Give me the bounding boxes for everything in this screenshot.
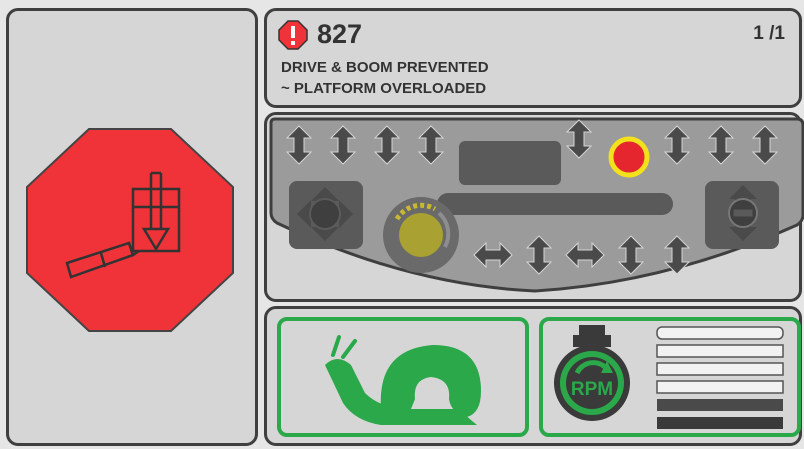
left-joystick-knob bbox=[309, 198, 341, 230]
fault-message-panel: 827 1 /1 DRIVE & BOOM PREVENTED ~ PLATFO… bbox=[264, 8, 802, 108]
rpm-label: RPM bbox=[570, 379, 614, 400]
overload-indicator-panel bbox=[6, 8, 258, 446]
engine-rpm-icon bbox=[554, 325, 630, 421]
mode-status-panel: RPM bbox=[264, 306, 802, 446]
exclamation-octagon-icon bbox=[278, 20, 308, 50]
platform-overload-octagon-icon bbox=[26, 128, 234, 332]
fault-message-line-2: ~ PLATFORM OVERLOADED bbox=[281, 80, 487, 97]
fault-page-indicator: 1 /1 bbox=[753, 23, 785, 44]
controller-display-slot bbox=[459, 141, 561, 185]
emergency-indicator bbox=[608, 136, 650, 178]
rpm-level-bar-filled bbox=[657, 417, 783, 429]
fault-code: 827 bbox=[317, 19, 363, 49]
speed-dial-knob bbox=[399, 213, 443, 257]
rpm-level-bars bbox=[656, 326, 784, 429]
platform-controller-panel bbox=[264, 112, 804, 302]
rpm-level-bar bbox=[656, 380, 784, 394]
controller-long-slot bbox=[437, 193, 673, 215]
rpm-level-bar bbox=[656, 344, 784, 358]
drive-speed-status bbox=[277, 317, 529, 437]
engine-rpm-status: RPM bbox=[539, 317, 801, 437]
rpm-level-bar-filled bbox=[657, 399, 783, 411]
rpm-level-bar bbox=[656, 362, 784, 376]
rpm-level-bar bbox=[656, 326, 784, 340]
fault-message-line-1: DRIVE & BOOM PREVENTED bbox=[281, 59, 489, 76]
platform-controller-diagram bbox=[269, 117, 804, 293]
snail-icon bbox=[325, 335, 481, 425]
